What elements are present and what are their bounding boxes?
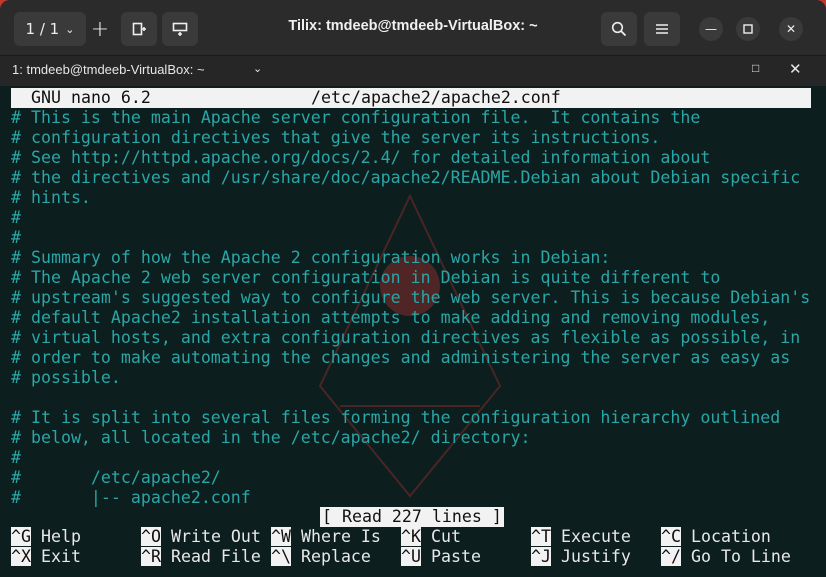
shortcut-help[interactable]: ^G Help (11, 527, 81, 547)
terminal-maximize-icon[interactable]: □ (752, 61, 759, 75)
file-line[interactable]: # hints. (11, 188, 91, 208)
nano-filename: /etc/apache2/apache2.conf (311, 88, 561, 107)
file-line[interactable]: # It is split into several files forming… (11, 408, 780, 428)
file-line[interactable]: # possible. (11, 368, 121, 388)
shortcut-key: ^K (401, 527, 421, 546)
status-message: [ Read 227 lines ] (320, 507, 504, 527)
shortcut-label: Location (690, 527, 771, 546)
search-icon[interactable] (601, 12, 637, 46)
file-line[interactable]: # configuration directives that give the… (11, 128, 660, 148)
shortcut-key: ^G (11, 527, 31, 546)
terminal-tab-bar: 1: tmdeeb@tmdeeb-VirtualBox: ~ ⌄ □ ✕ (0, 56, 826, 86)
file-line[interactable]: # See http://httpd.apache.org/docs/2.4/ … (11, 148, 710, 168)
shortcut-cut[interactable]: ^K Cut (401, 527, 461, 547)
shortcut-label: Execute (560, 527, 631, 546)
shortcut-key: ^O (141, 527, 161, 546)
file-line[interactable]: # /etc/apache2/ (11, 468, 221, 488)
shortcut-label: Replace (300, 547, 371, 566)
file-line[interactable]: # order to make automating the changes a… (11, 348, 790, 368)
shortcut-replace[interactable]: ^\ Replace (271, 547, 371, 567)
file-line[interactable]: # (11, 228, 21, 248)
shortcut-label: Cut (430, 527, 461, 546)
chevron-down-icon[interactable]: ⌄ (253, 62, 262, 75)
shortcut-label: Help (40, 527, 81, 546)
shortcut-read-file[interactable]: ^R Read File (141, 547, 261, 567)
shortcut-execute[interactable]: ^T Execute (531, 527, 631, 547)
file-line[interactable]: # upstream's suggested way to configure … (11, 288, 810, 308)
close-icon[interactable]: ✕ (779, 17, 803, 41)
nano-version: GNU nano 6.2 (31, 88, 151, 107)
shortcut-key: ^T (531, 527, 551, 546)
shortcut-label: Paste (430, 547, 481, 566)
shortcut-key: ^/ (661, 547, 681, 566)
minimize-icon[interactable]: — (699, 17, 723, 41)
shortcut-location[interactable]: ^C Location (661, 527, 771, 547)
terminal-title[interactable]: 1: tmdeeb@tmdeeb-VirtualBox: ~ (12, 62, 205, 77)
file-line[interactable]: # (11, 208, 21, 228)
maximize-icon[interactable] (736, 17, 760, 41)
shortcut-label: Write Out (170, 527, 261, 546)
terminal-view[interactable]: GNU nano 6.2 /etc/apache2/apache2.conf #… (0, 86, 826, 577)
file-line[interactable]: # below, all located in the /etc/apache2… (11, 428, 531, 448)
shortcut-key: ^U (401, 547, 421, 566)
shortcut-go-to-line[interactable]: ^/ Go To Line (661, 547, 791, 567)
shortcut-label: Read File (170, 547, 261, 566)
file-line[interactable]: # (11, 448, 21, 468)
shortcut-justify[interactable]: ^J Justify (531, 547, 631, 567)
shortcut-key: ^C (661, 527, 681, 546)
file-line[interactable]: # Summary of how the Apache 2 configurat… (11, 248, 610, 268)
file-line[interactable]: # default Apache2 installation attempts … (11, 308, 770, 328)
hamburger-menu-icon[interactable] (644, 12, 680, 46)
terminal-close-icon[interactable]: ✕ (789, 60, 802, 78)
shortcut-label: Justify (560, 547, 631, 566)
shortcut-label: Go To Line (690, 547, 791, 566)
file-line[interactable]: # This is the main Apache server configu… (11, 108, 700, 128)
shortcut-paste[interactable]: ^U Paste (401, 547, 481, 567)
shortcut-key: ^R (141, 547, 161, 566)
nano-title-bar: GNU nano 6.2 /etc/apache2/apache2.conf (11, 88, 811, 108)
tilix-window: 1 / 1 ⌄ + Tilix: tmdeeb@tmdeeb-VirtualBo… (0, 0, 826, 577)
shortcut-where-is[interactable]: ^W Where Is (271, 527, 381, 547)
shortcut-key: ^J (531, 547, 551, 566)
shortcut-key: ^W (271, 527, 291, 546)
file-line[interactable]: # the directives and /usr/share/doc/apac… (11, 168, 800, 188)
file-line[interactable]: # |-- apache2.conf (11, 488, 251, 508)
file-line[interactable]: # The Apache 2 web server configuration … (11, 268, 720, 288)
shortcut-exit[interactable]: ^X Exit (11, 547, 81, 567)
shortcut-write-out[interactable]: ^O Write Out (141, 527, 261, 547)
file-line[interactable]: # virtual hosts, and extra configuration… (11, 328, 800, 348)
shortcut-key: ^\ (271, 547, 291, 566)
shortcut-label: Exit (40, 547, 81, 566)
shortcut-key: ^X (11, 547, 31, 566)
shortcut-label: Where Is (300, 527, 381, 546)
header-bar: 1 / 1 ⌄ + Tilix: tmdeeb@tmdeeb-VirtualBo… (0, 0, 826, 56)
